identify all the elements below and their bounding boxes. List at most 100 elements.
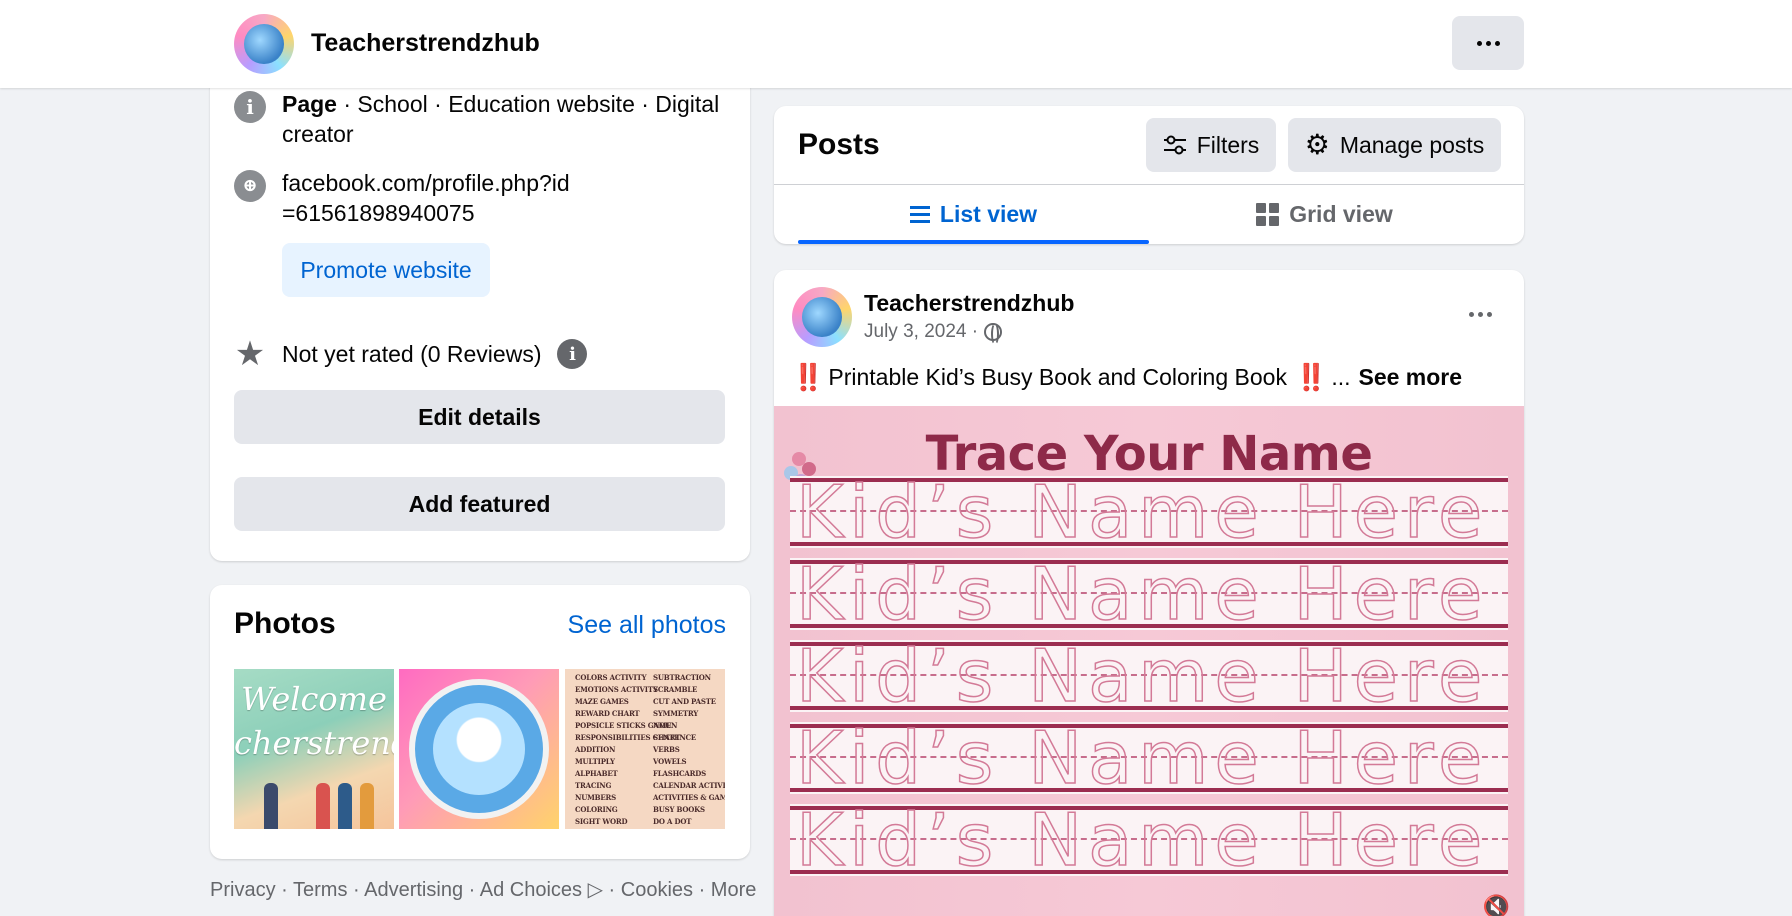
activity-label: VERBS	[653, 745, 680, 754]
globe-icon	[984, 323, 1003, 345]
star-icon: ★	[234, 335, 266, 373]
promote-website-button[interactable]: Promote website	[282, 243, 490, 297]
activity-label: TRACING	[575, 781, 612, 790]
speaker-muted-icon[interactable]: 🔇	[1483, 894, 1510, 916]
rating-text: Not yet rated (0 Reviews)	[282, 340, 542, 367]
photo-thumbnail-welcome[interactable]: Welcome cherstrendz	[234, 669, 394, 829]
double-exclamation-emoji-2: ‼️	[1294, 362, 1327, 392]
see-all-photos-link[interactable]: See all photos	[568, 611, 726, 640]
footer-link-terms[interactable]: Terms	[293, 879, 347, 901]
filters-icon	[1163, 135, 1186, 155]
footer-link-ad-choices[interactable]: Ad Choices	[480, 879, 582, 901]
activity-label: VOWELS	[653, 757, 687, 766]
category-prefix: Page	[282, 91, 337, 117]
activity-label: NOUN	[653, 721, 678, 730]
post-author-avatar[interactable]	[792, 287, 852, 347]
trace-row: Kid’s Name Here	[790, 798, 1508, 882]
add-featured-button[interactable]: Add featured	[234, 477, 725, 531]
gear-icon: ⚙	[1304, 129, 1330, 160]
page-name[interactable]: Teacherstrendzhub	[311, 29, 540, 58]
tab-list-view[interactable]: List view	[798, 185, 1149, 244]
trace-text: Kid’s Name Here	[795, 470, 1489, 554]
post-meta: July 3, 2024 ·	[864, 321, 1003, 345]
footer-link-more[interactable]: More	[711, 879, 757, 901]
website-link[interactable]: facebook.com/profile.php?id=615618989400…	[282, 168, 572, 228]
activity-label: ADDITION	[575, 745, 616, 754]
intro-card: i Page · School · Education website · Di…	[210, 60, 750, 561]
photos-title: Photos	[234, 607, 336, 640]
manage-posts-label: Manage posts	[1339, 131, 1485, 158]
activity-label: SENTENCE	[653, 733, 697, 742]
logo-image	[409, 679, 549, 819]
trace-row: Kid’s Name Here	[790, 716, 1508, 800]
category-row: i Page · School · Education website · Di…	[234, 89, 722, 149]
trace-text: Kid’s Name Here	[795, 716, 1489, 800]
activity-label: DO A DOT	[653, 817, 692, 826]
globe-icon: ⊕	[234, 170, 266, 202]
footer-link-advertising[interactable]: Advertising	[364, 879, 463, 901]
manage-posts-button[interactable]: ⚙ Manage posts	[1288, 118, 1501, 172]
ellipsis-icon	[1469, 312, 1474, 317]
activity-label: MULTIPLY	[575, 757, 615, 766]
page-header-bar: Teacherstrendzhub	[0, 0, 1792, 88]
activity-label: COLORING	[575, 805, 618, 814]
thumb-welcome-text: Welcome	[241, 680, 387, 718]
activity-label: SCRAMBLE	[653, 685, 698, 694]
footer-link-cookies[interactable]: Cookies	[621, 879, 693, 901]
trace-row: Kid’s Name Here	[790, 470, 1508, 554]
thumb-welcome-text-2: cherstrendz	[234, 724, 394, 762]
tab-grid-view[interactable]: Grid view	[1149, 185, 1500, 244]
trace-row: Kid’s Name Here	[790, 634, 1508, 718]
trace-text: Kid’s Name Here	[795, 552, 1489, 636]
activity-label: NUMBERS	[575, 793, 616, 802]
activity-label: CALENDAR ACTIVITY	[653, 781, 725, 790]
activity-label: COLORS ACTIVITY	[575, 673, 647, 682]
trace-row: Kid’s Name Here	[790, 552, 1508, 636]
post-text-body: Printable Kid’s Busy Book and Coloring B…	[828, 364, 1287, 390]
active-tab-indicator	[798, 240, 1149, 244]
activity-label: ALPHABET	[575, 769, 618, 778]
posts-title: Posts	[798, 128, 880, 161]
category-text: · School · Education website · Digital c…	[282, 91, 720, 147]
filters-label: Filters	[1196, 131, 1260, 158]
rating-info-icon[interactable]: i	[557, 339, 588, 369]
activity-label: ACTIVITIES & GAMES	[653, 793, 725, 802]
edit-details-button[interactable]: Edit details	[234, 390, 725, 444]
activity-label: SYMMETRY	[653, 709, 699, 718]
posts-header-card: Posts Filters ⚙ Manage posts List view G…	[774, 106, 1524, 244]
footer-link-privacy[interactable]: Privacy	[210, 879, 276, 901]
tab-grid-view-label: Grid view	[1289, 201, 1393, 227]
activity-label: CUT AND PASTE	[653, 697, 716, 706]
website-row: ⊕ facebook.com/profile.php?id=6156189894…	[234, 168, 572, 228]
activity-label: FLASHCARDS	[653, 769, 706, 778]
double-exclamation-emoji: ‼️	[792, 362, 824, 392]
tab-list-view-label: List view	[939, 201, 1038, 227]
activity-label: EMOTIONS ACTIVITY	[575, 685, 658, 694]
post-more-button[interactable]	[1469, 312, 1492, 317]
photo-thumbnail-activity-list[interactable]: COLORS ACTIVITY EMOTIONS ACTIVITY MAZE GAM…	[565, 669, 725, 829]
post-author-name[interactable]: Teacherstrendzhub	[864, 290, 1074, 317]
rating-row: ★ Not yet rated (0 Reviews) i	[234, 335, 588, 373]
post-date[interactable]: July 3, 2024 ·	[864, 321, 978, 343]
ad-choices-icon: ▷	[587, 879, 603, 901]
more-options-button[interactable]	[1452, 16, 1524, 70]
trace-text: Kid’s Name Here	[795, 798, 1489, 882]
see-more-link[interactable]: See more	[1358, 364, 1462, 391]
filters-button[interactable]: Filters	[1146, 118, 1276, 172]
activity-label: SUBTRACTION	[653, 673, 711, 682]
trace-text: Kid’s Name Here	[795, 634, 1489, 718]
activity-label: REWARD CHART	[575, 709, 640, 718]
photo-thumbnail-logo[interactable]	[399, 669, 559, 829]
photos-card: Photos See all photos Welcome cherstrendz…	[210, 585, 750, 859]
activity-label: MAZE GAMES	[575, 697, 629, 706]
ellipsis-icon	[1476, 40, 1482, 46]
grid-icon	[1256, 203, 1280, 226]
footer-links: Privacy · Terms · Advertising · Ad Choic…	[210, 879, 757, 901]
post-ellipsis: ...	[1331, 364, 1351, 390]
info-icon: i	[234, 91, 266, 123]
list-icon	[909, 206, 930, 223]
post-card: Teacherstrendzhub July 3, 2024 · ‼️ Prin…	[774, 270, 1524, 916]
page-avatar[interactable]	[234, 14, 294, 74]
post-image[interactable]: Trace Your Name Kid’s Name Here Kid’s Nam…	[774, 406, 1524, 916]
activity-label: SIGHT WORD	[575, 817, 628, 826]
